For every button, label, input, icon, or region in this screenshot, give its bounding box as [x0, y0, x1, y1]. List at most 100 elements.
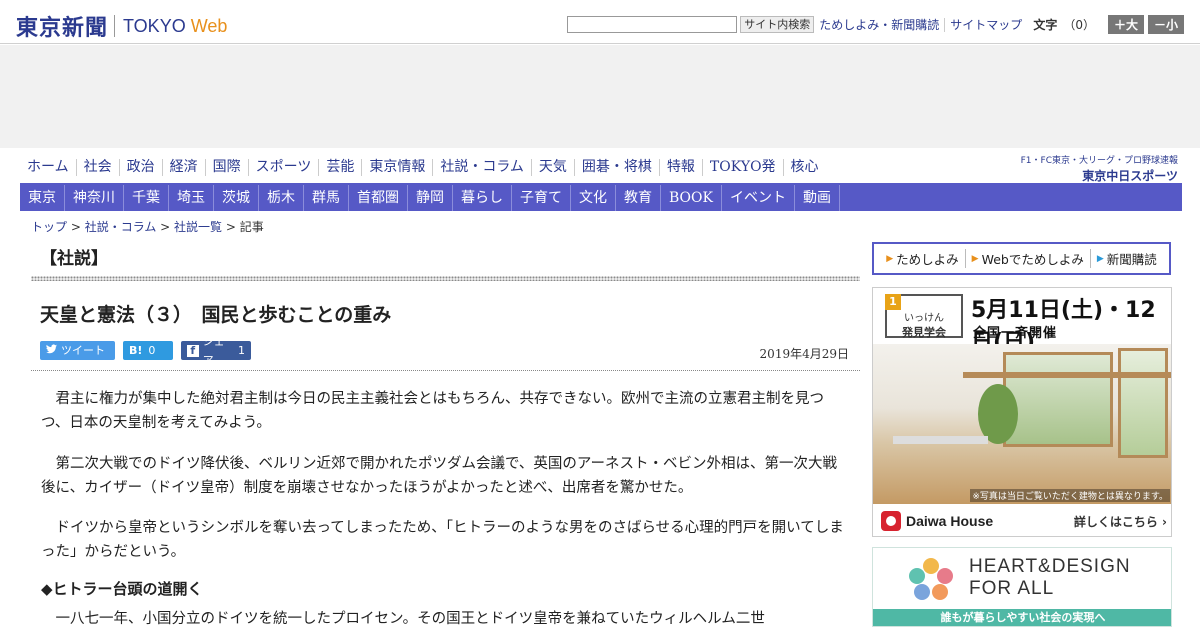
web-trial-read-label: Webでためしよみ: [981, 252, 1084, 267]
web-trial-read-link[interactable]: ▶ Webでためしよみ: [964, 249, 1090, 268]
heart-ad-band: 誰もが暮らしやすい社会の実現へ: [873, 609, 1171, 626]
font-smaller-button[interactable]: －小: [1147, 15, 1184, 34]
triangle-right-icon: ▶: [886, 253, 894, 264]
logo-en-web: Web: [190, 15, 228, 36]
event-subtitle: 全国一斉開催: [973, 326, 1058, 341]
subnav-events[interactable]: イベント: [722, 185, 795, 211]
daiwa-ad-header: 1 いっけん 発見学会 5月11日(土)・12日(日) 全国一斉開催: [873, 288, 1171, 355]
subnav-parenting[interactable]: 子育て: [512, 185, 571, 211]
facebook-f-icon: f: [187, 344, 199, 357]
twitter-bird-icon: [46, 341, 57, 360]
article-paragraph: ドイツから皇帝というシンボルを奪い去ってしまったため、「ヒトラーのような男をのさ…: [41, 520, 844, 560]
triangle-right-icon: ▶: [971, 253, 979, 264]
photo-beam: [963, 372, 1171, 378]
breadcrumb-current: 記事: [239, 220, 264, 234]
chunichi-sports-link[interactable]: F1・FC東京・大リーグ・プロ野球速報 東京中日スポーツ: [1021, 153, 1178, 184]
flower-logo-icon: [909, 558, 953, 600]
breadcrumb-editorial-list[interactable]: 社説一覧: [174, 220, 222, 234]
daiwa-brand: Daiwa House: [906, 513, 994, 529]
heart-title-line1: HEART&DESIGN: [969, 556, 1131, 577]
font-size-label: 文字: [1033, 18, 1058, 32]
hatena-count: 0: [148, 344, 156, 357]
nav-society[interactable]: 社会: [75, 159, 119, 176]
subnav-video[interactable]: 動画: [795, 185, 840, 211]
article-paragraph: 一八七一年、小国分立のドイツを統一したプロイセン。その国王とドイツ皇帝を兼ねてい…: [55, 611, 765, 627]
subnav-kanagawa[interactable]: 神奈川: [65, 185, 124, 211]
sub-nav: 東京 神奈川 千葉 埼玉 茨城 栃木 群馬 首都圏 静岡 暮らし 子育て 文化 …: [20, 185, 1182, 211]
breadcrumb-sep: >: [156, 220, 175, 234]
photo-caption: ※写真は当日ご覧いただく建物とは異なります。: [970, 489, 1170, 502]
nav-home[interactable]: ホーム: [20, 159, 76, 176]
link-trial-subscribe[interactable]: ためしよみ・新聞購読: [814, 18, 944, 32]
breadcrumb-sep: >: [222, 220, 240, 234]
nav-international[interactable]: 国際: [204, 159, 248, 176]
subnav-saitama[interactable]: 埼玉: [169, 185, 214, 211]
nav-special[interactable]: 特報: [658, 159, 702, 176]
subnav-education[interactable]: 教育: [616, 185, 661, 211]
breadcrumb-editorial-column[interactable]: 社説・コラム: [85, 220, 157, 234]
breadcrumb-top[interactable]: トップ: [31, 220, 67, 234]
section-heading: 【社説】: [40, 249, 108, 269]
subscribe-box: ▶ ためしよみ ▶ Webでためしよみ ▶ 新聞購読: [872, 242, 1171, 275]
nav-economy[interactable]: 経済: [161, 159, 205, 176]
nav-tokyo-hatsu[interactable]: TOKYO発: [701, 159, 783, 176]
nav-politics[interactable]: 政治: [118, 159, 162, 176]
logo-divider: [114, 15, 116, 37]
dotted-divider: [31, 276, 860, 281]
photo-window: [1003, 352, 1113, 447]
daiwa-house-ad[interactable]: 1 いっけん 発見学会 5月11日(土)・12日(日) 全国一斉開催 ※写真は当…: [872, 287, 1172, 537]
link-sitemap[interactable]: サイトマップ: [944, 17, 1027, 32]
nav-sports[interactable]: スポーツ: [247, 159, 319, 176]
article-paragraph: 君主に権力が集中した絶対君主制は今日の民主主義社会とはもちろん、共存できない。欧…: [41, 391, 824, 431]
photo-tree: [978, 384, 1018, 444]
subnav-shutoken[interactable]: 首都圏: [349, 185, 408, 211]
subnav-tokyo[interactable]: 東京: [20, 185, 65, 211]
subnav-culture[interactable]: 文化: [571, 185, 616, 211]
event-logo: 1 いっけん 発見学会: [885, 294, 963, 339]
search-button[interactable]: サイト内検索: [740, 16, 815, 33]
nav-tokyo-info[interactable]: 東京情報: [361, 159, 432, 176]
subnav-gunma[interactable]: 群馬: [304, 185, 349, 211]
event-logo-line2: 発見学会: [902, 326, 946, 339]
triangle-right-icon: ▶: [1096, 253, 1104, 264]
nav-core[interactable]: 核心: [782, 159, 826, 176]
subnav-tochigi[interactable]: 栃木: [259, 185, 304, 211]
subscribe-label: 新聞購読: [1106, 252, 1157, 267]
hatena-bookmark-button[interactable]: B! 0: [123, 341, 173, 360]
daiwa-mark-icon: [881, 511, 901, 531]
photo-window: [1118, 348, 1168, 458]
tweet-button[interactable]: ツイート: [40, 341, 115, 360]
site-logo[interactable]: 東京新聞 TOKYO Web: [16, 10, 227, 42]
subnav-book[interactable]: BOOK: [661, 185, 722, 211]
nav-weather[interactable]: 天気: [530, 159, 574, 176]
trial-read-link[interactable]: ▶ ためしよみ: [880, 249, 964, 268]
article-date: 2019年4月29日: [759, 347, 849, 361]
heart-title-line2: FOR ALL: [969, 578, 1055, 599]
nav-go-shogi[interactable]: 囲碁・将棋: [573, 159, 659, 176]
subscribe-link[interactable]: ▶ 新聞購読: [1089, 249, 1163, 268]
breadcrumb: トップ > 社説・コラム > 社説一覧 > 記事: [31, 218, 264, 235]
daiwa-more-link[interactable]: 詳しくはこちら ›: [1074, 513, 1167, 530]
subnav-living[interactable]: 暮らし: [453, 185, 512, 211]
chunichi-logo: 東京中日スポーツ: [1082, 169, 1178, 183]
nav-entertainment[interactable]: 芸能: [318, 159, 361, 176]
font-larger-button[interactable]: ＋大: [1107, 15, 1144, 34]
facebook-share-button[interactable]: f シェア 1: [181, 335, 251, 367]
subnav-chiba[interactable]: 千葉: [124, 185, 169, 211]
nav-editorial-column[interactable]: 社説・コラム: [432, 159, 531, 176]
subnav-ibaraki[interactable]: 茨城: [214, 185, 259, 211]
font-size-count: （0）: [1063, 18, 1095, 32]
top-ad-banner: [0, 45, 1200, 148]
event-logo-badge: 1: [885, 294, 901, 310]
header-tools: サイト内検索 ためしよみ・新聞購読 サイトマップ 文字 （0） ＋大 －小: [567, 15, 1184, 34]
article-title: 天皇と憲法（３） 国民と歩むことの重み: [40, 304, 392, 326]
main-nav: ホーム 社会 政治 経済 国際 スポーツ 芸能 東京情報 社説・コラム 天気 囲…: [20, 159, 826, 176]
article-subheading: ◆ヒトラー台頭の道開く: [41, 580, 203, 598]
subnav-shizuoka[interactable]: 静岡: [408, 185, 453, 211]
daiwa-house-logo: Daiwa House: [881, 511, 993, 531]
heart-design-ad[interactable]: HEART&DESIGN FOR ALL 誰もが暮らしやすい社会の実現へ: [872, 547, 1172, 627]
search-input[interactable]: [567, 16, 738, 33]
hatena-b-icon: B!: [129, 344, 143, 357]
heart-design-title: HEART&DESIGN FOR ALL: [969, 556, 1131, 600]
photo-counter: [893, 436, 988, 444]
